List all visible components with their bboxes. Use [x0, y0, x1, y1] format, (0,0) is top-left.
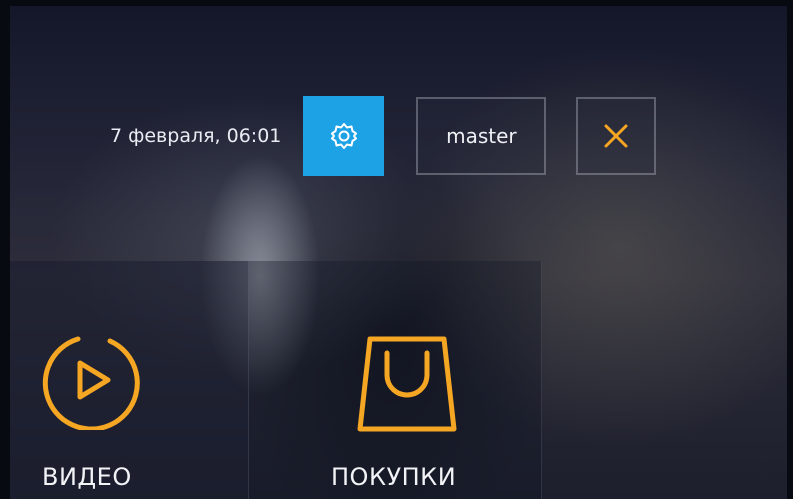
tile-shopping-label: ПОКУПКИ — [331, 463, 457, 491]
play-circle-icon — [42, 336, 140, 430]
tile-video-label: ВИДЕО — [42, 463, 132, 491]
gear-icon — [330, 123, 357, 149]
tile-row: ВИДЕО ПОКУПКИ — [10, 261, 542, 499]
tile-shopping[interactable]: ПОКУПКИ — [249, 261, 542, 499]
tv-screen: 7 февраля, 06:01 master ВИДЕО ПОКУПКИ — [10, 6, 787, 499]
tile-video[interactable]: ВИДЕО — [10, 261, 249, 499]
user-label: master — [446, 124, 517, 148]
shopping-bag-icon — [357, 336, 457, 432]
close-button[interactable] — [576, 97, 657, 175]
user-button[interactable]: master — [416, 97, 547, 175]
close-icon — [604, 124, 628, 148]
settings-button[interactable] — [303, 96, 385, 176]
date-time: 7 февраля, 06:01 — [110, 125, 282, 147]
top-bar: 7 февраля, 06:01 master — [110, 88, 657, 184]
